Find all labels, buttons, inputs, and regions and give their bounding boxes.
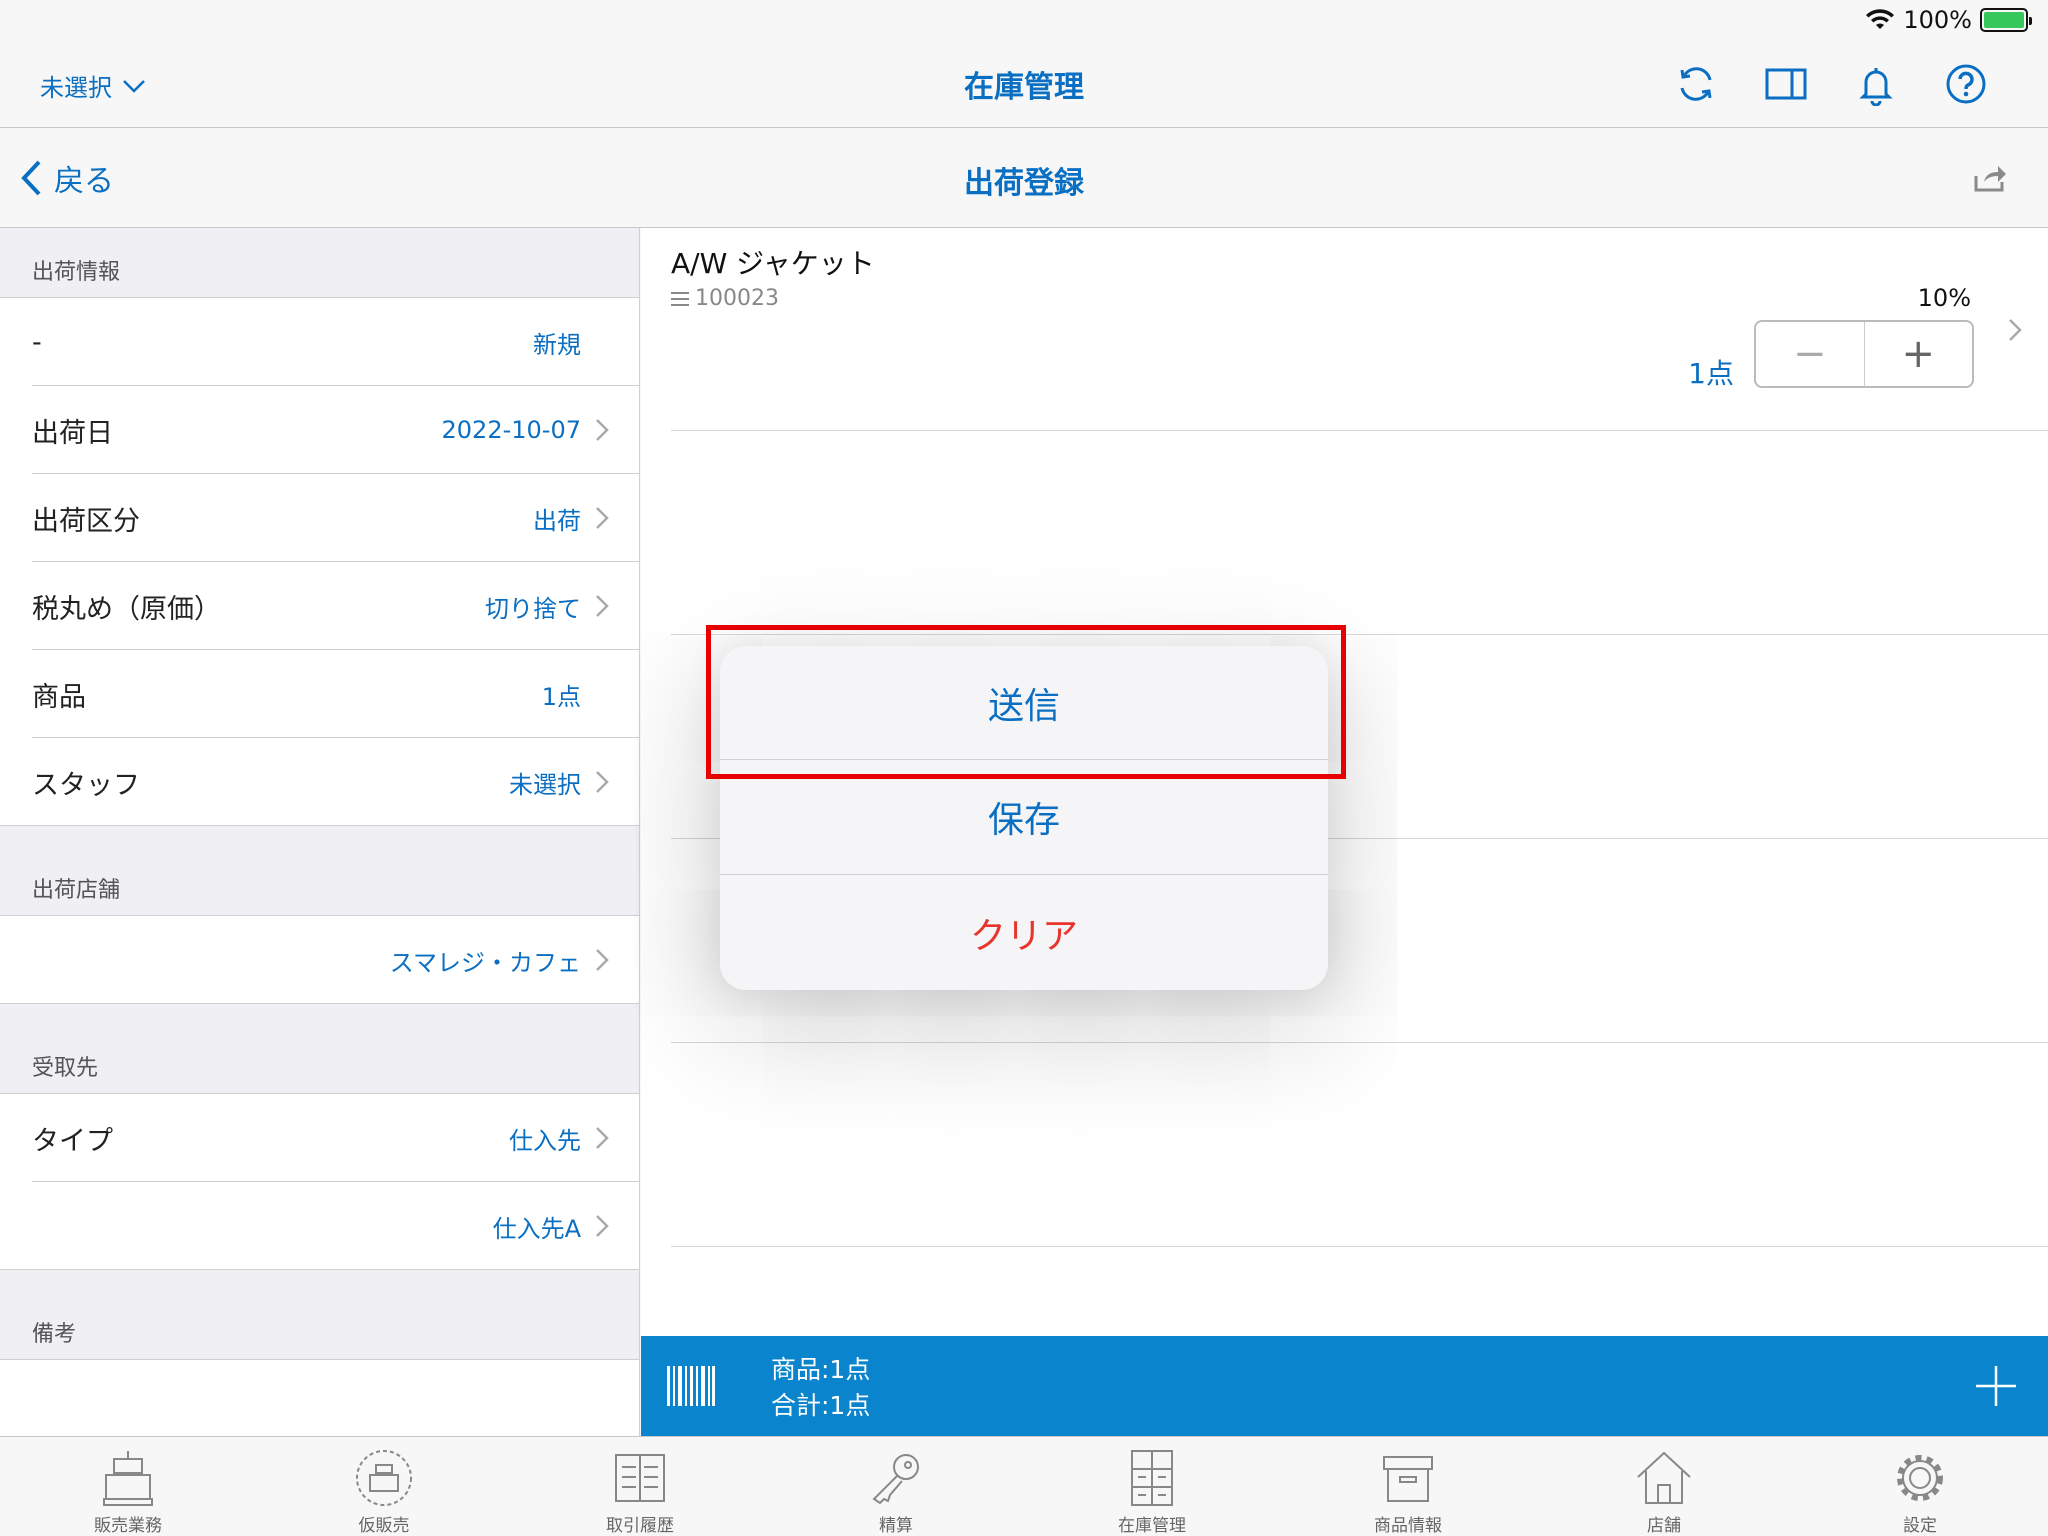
gear-icon bbox=[1897, 1455, 1943, 1501]
row-store[interactable]: スマレジ・カフェ bbox=[0, 916, 639, 1004]
row-recipient-name[interactable]: 仕入先A bbox=[0, 1182, 639, 1270]
section-shipping-store: 出荷店舗 bbox=[0, 826, 639, 916]
shipping-form: 出荷情報 - 新規 出荷日 2022-10-07 出荷区分 出荷 税丸め（原価）… bbox=[0, 228, 640, 1436]
row-status-label: - bbox=[32, 326, 42, 358]
row-staff-label: スタッフ bbox=[32, 769, 140, 801]
help-icon[interactable] bbox=[1944, 62, 1988, 106]
row-status: - 新規 bbox=[0, 298, 639, 386]
tab-label: 仮販売 bbox=[358, 1516, 410, 1536]
section-recipient: 受取先 bbox=[0, 1004, 639, 1094]
tab-sales[interactable]: 販売業務 bbox=[0, 1437, 256, 1536]
page-title: 出荷登録 bbox=[964, 166, 1084, 201]
tab-label: 店舗 bbox=[1647, 1516, 1681, 1536]
bell-icon[interactable] bbox=[1854, 62, 1898, 106]
share-icon[interactable] bbox=[1972, 162, 2008, 194]
chevron-right-icon bbox=[596, 507, 609, 529]
row-ship-date[interactable]: 出荷日 2022-10-07 bbox=[0, 386, 639, 474]
row-tax-rounding[interactable]: 税丸め（原価） 切り捨て bbox=[0, 562, 639, 650]
tab-label: 取引履歴 bbox=[606, 1516, 674, 1536]
battery-percent: 100% bbox=[1903, 6, 1972, 34]
sync-icon[interactable] bbox=[1674, 62, 1718, 106]
row-ship-type-label: 出荷区分 bbox=[32, 505, 140, 537]
row-products-value: 1点 bbox=[541, 682, 581, 711]
row-recipient-name-value: 仕入先A bbox=[492, 1214, 581, 1243]
row-ship-date-label: 出荷日 bbox=[32, 417, 113, 449]
chevron-right-icon bbox=[596, 771, 609, 793]
add-product-icon[interactable] bbox=[1972, 1358, 2020, 1414]
chevron-right-icon[interactable] bbox=[2008, 318, 2022, 342]
product-qty: 1点 bbox=[1688, 357, 1734, 390]
row-recipient-type-value: 仕入先 bbox=[509, 1126, 581, 1155]
divider bbox=[671, 1042, 2048, 1043]
top-nav: 未選択 在庫管理 bbox=[0, 40, 2048, 128]
tab-settings[interactable]: 設定 bbox=[1792, 1437, 2048, 1536]
tab-label: 在庫管理 bbox=[1118, 1516, 1186, 1536]
divider bbox=[671, 430, 2048, 431]
battery-icon bbox=[1980, 8, 2032, 32]
tab-label: 販売業務 bbox=[94, 1516, 162, 1536]
highlight-box bbox=[706, 625, 1346, 779]
product-tax: 10% bbox=[1917, 284, 1971, 312]
row-ship-type-value: 出荷 bbox=[533, 506, 581, 535]
wifi-icon bbox=[1866, 9, 1895, 29]
tab-label: 精算 bbox=[879, 1516, 913, 1536]
cabinet-icon bbox=[1131, 1450, 1173, 1506]
row-products-label: 商品 bbox=[32, 681, 86, 713]
chevron-right-icon bbox=[596, 1215, 609, 1237]
row-status-value: 新規 bbox=[533, 330, 581, 359]
ledger-icon bbox=[615, 1454, 665, 1502]
tab-store[interactable]: 店舗 bbox=[1536, 1437, 1792, 1536]
summary-bar: 商品:1点 合計:1点 bbox=[641, 1336, 2048, 1436]
quantity-stepper[interactable]: − + bbox=[1754, 320, 1974, 388]
barcode-list-icon bbox=[671, 291, 689, 306]
tab-history[interactable]: 取引履歴 bbox=[512, 1437, 768, 1536]
tab-temp-sales[interactable]: 仮販売 bbox=[256, 1437, 512, 1536]
split-view-icon[interactable] bbox=[1764, 62, 1808, 106]
chevron-right-icon bbox=[596, 949, 609, 971]
clear-button[interactable]: クリア bbox=[720, 875, 1328, 990]
row-store-value: スマレジ・カフェ bbox=[389, 948, 581, 977]
register-icon bbox=[103, 1451, 153, 1506]
tab-product-info[interactable]: 商品情報 bbox=[1280, 1437, 1536, 1536]
tab-settlement[interactable]: 精算 bbox=[768, 1437, 1024, 1536]
status-indicators: 100% bbox=[1865, 6, 2032, 34]
sub-nav: 戻る 出荷登録 bbox=[0, 128, 2048, 228]
product-code: 100023 bbox=[695, 286, 779, 311]
tab-label: 商品情報 bbox=[1374, 1516, 1442, 1536]
row-ship-type[interactable]: 出荷区分 出荷 bbox=[0, 474, 639, 562]
summary-total: 合計:1点 bbox=[771, 1391, 871, 1420]
chevron-right-icon bbox=[596, 1127, 609, 1149]
barcode-scan-icon[interactable] bbox=[667, 1366, 715, 1406]
home-icon bbox=[1637, 1451, 1691, 1504]
key-icon bbox=[872, 1454, 919, 1505]
remarks-field[interactable] bbox=[0, 1360, 639, 1436]
product-row[interactable]: A/W ジャケット 100023 10% 1点 − + bbox=[641, 228, 2048, 428]
tab-inventory[interactable]: 在庫管理 bbox=[1024, 1437, 1280, 1536]
divider bbox=[671, 1246, 2048, 1247]
row-staff[interactable]: スタッフ 未選択 bbox=[0, 738, 639, 826]
row-ship-date-value: 2022-10-07 bbox=[441, 416, 581, 444]
status-bar: 100% bbox=[0, 0, 2048, 40]
decrement-button[interactable]: − bbox=[1756, 322, 1864, 386]
row-products: 商品 1点 bbox=[0, 650, 639, 738]
row-recipient-type-label: タイプ bbox=[32, 1125, 113, 1157]
summary-items: 商品:1点 bbox=[771, 1355, 871, 1384]
tab-bar: 販売業務 仮販売 取引履歴 精算 在庫管理 商品情報 店舗 設定 bbox=[0, 1436, 2048, 1536]
chevron-right-icon bbox=[596, 595, 609, 617]
row-tax-rounding-label: 税丸め（原価） bbox=[32, 593, 221, 625]
product-name: A/W ジャケット bbox=[671, 247, 875, 280]
row-recipient-type[interactable]: タイプ 仕入先 bbox=[0, 1094, 639, 1182]
increment-button[interactable]: + bbox=[1863, 322, 1973, 386]
row-tax-rounding-value: 切り捨て bbox=[485, 594, 581, 623]
chevron-right-icon bbox=[596, 419, 609, 441]
box-icon bbox=[1383, 1456, 1433, 1502]
section-remarks: 備考 bbox=[0, 1270, 639, 1360]
row-staff-value: 未選択 bbox=[509, 770, 581, 799]
temp-register-icon bbox=[356, 1450, 412, 1506]
section-shipping-info: 出荷情報 bbox=[0, 228, 639, 298]
tab-label: 設定 bbox=[1903, 1516, 1937, 1536]
